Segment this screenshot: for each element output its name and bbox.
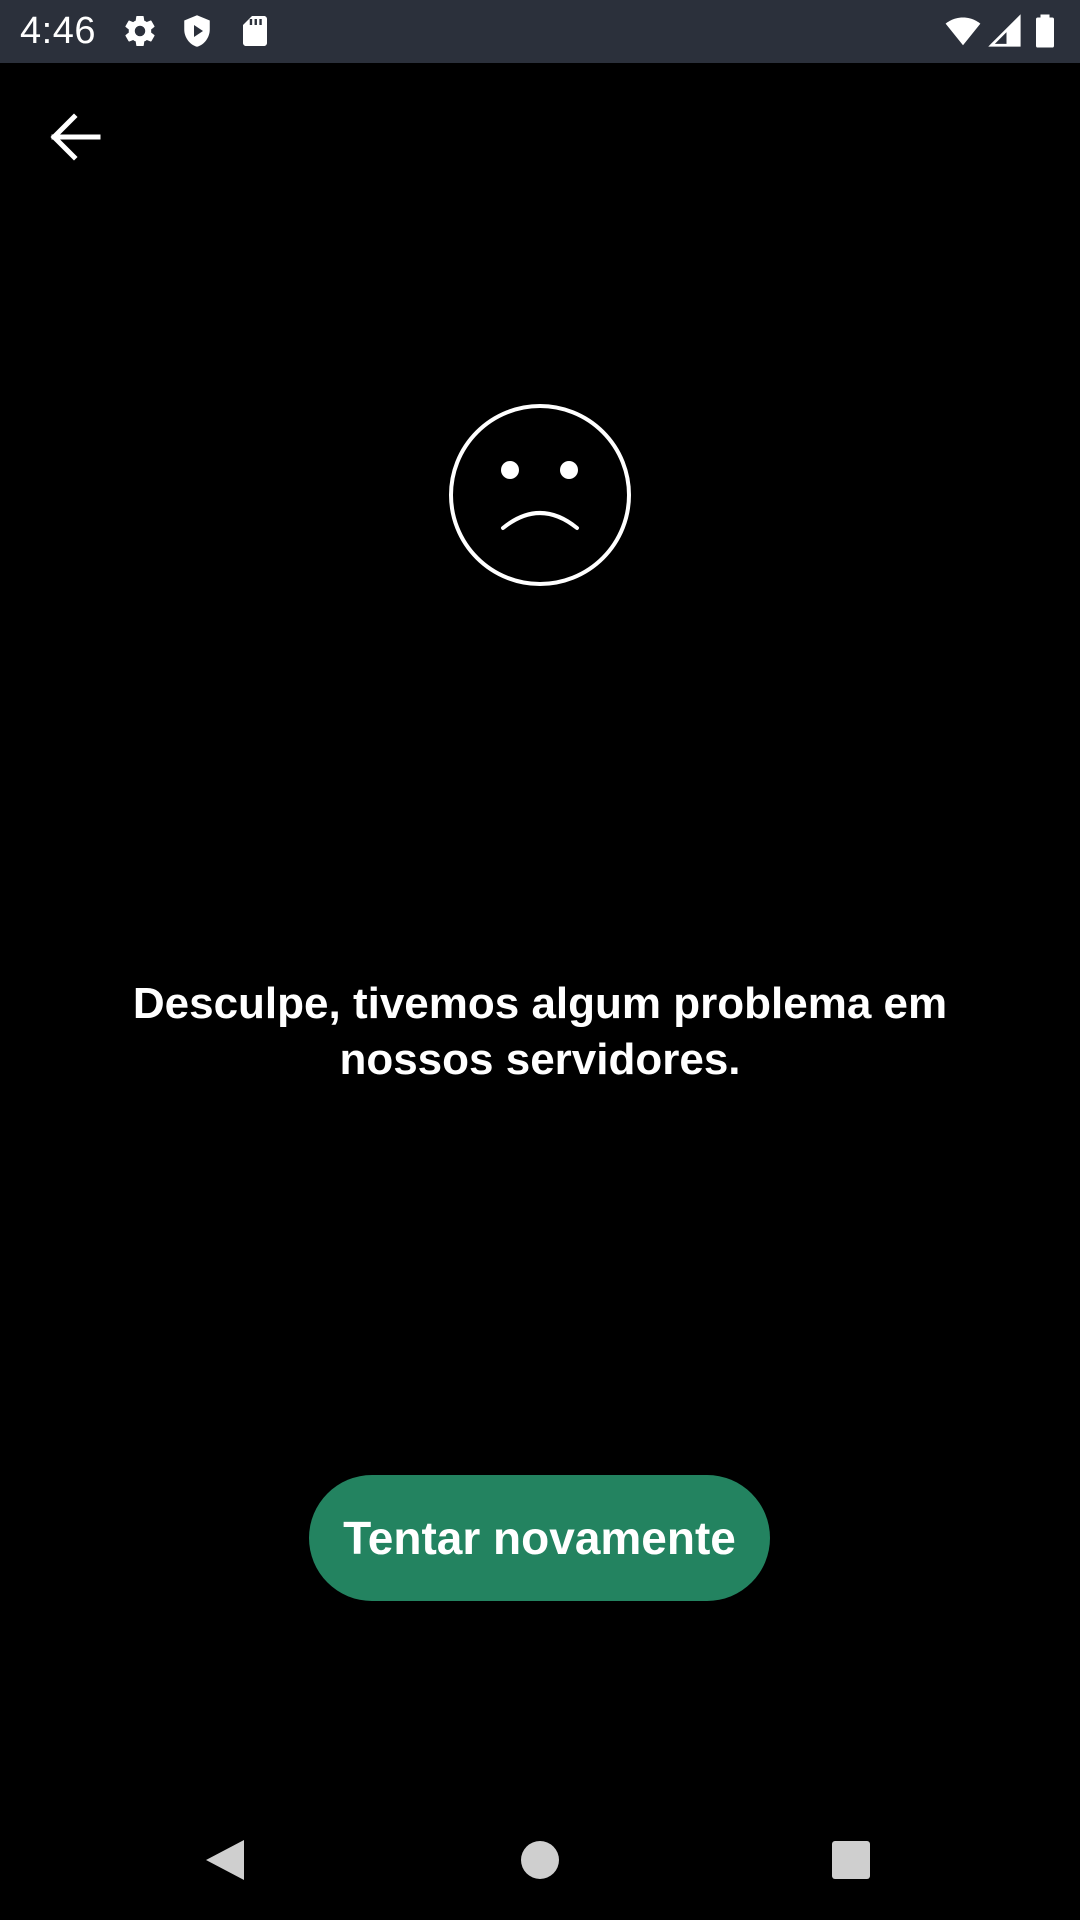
home-circle-icon[interactable] xyxy=(510,1830,570,1890)
arrow-back-icon xyxy=(28,92,120,184)
retry-button[interactable]: Tentar novamente xyxy=(309,1475,770,1601)
sad-face-icon xyxy=(447,402,633,588)
battery-icon xyxy=(1030,13,1060,49)
shield-icon xyxy=(179,13,215,49)
navigation-bar xyxy=(0,1800,1080,1920)
error-message: Desculpe, tivemos algum problema em noss… xyxy=(132,979,948,1084)
status-bar: 4:46 xyxy=(0,0,1080,63)
back-triangle-icon[interactable] xyxy=(196,1830,256,1890)
wifi-icon xyxy=(943,13,983,49)
back-button[interactable] xyxy=(28,92,120,184)
recents-square-icon[interactable] xyxy=(821,1830,881,1890)
app-screen: 4:46 Desculpe, tivemos algum problema em… xyxy=(0,0,1080,1920)
status-time: 4:46 xyxy=(20,10,96,52)
sd-card-icon xyxy=(237,13,273,49)
signal-icon xyxy=(987,13,1023,49)
gear-icon xyxy=(122,13,158,49)
